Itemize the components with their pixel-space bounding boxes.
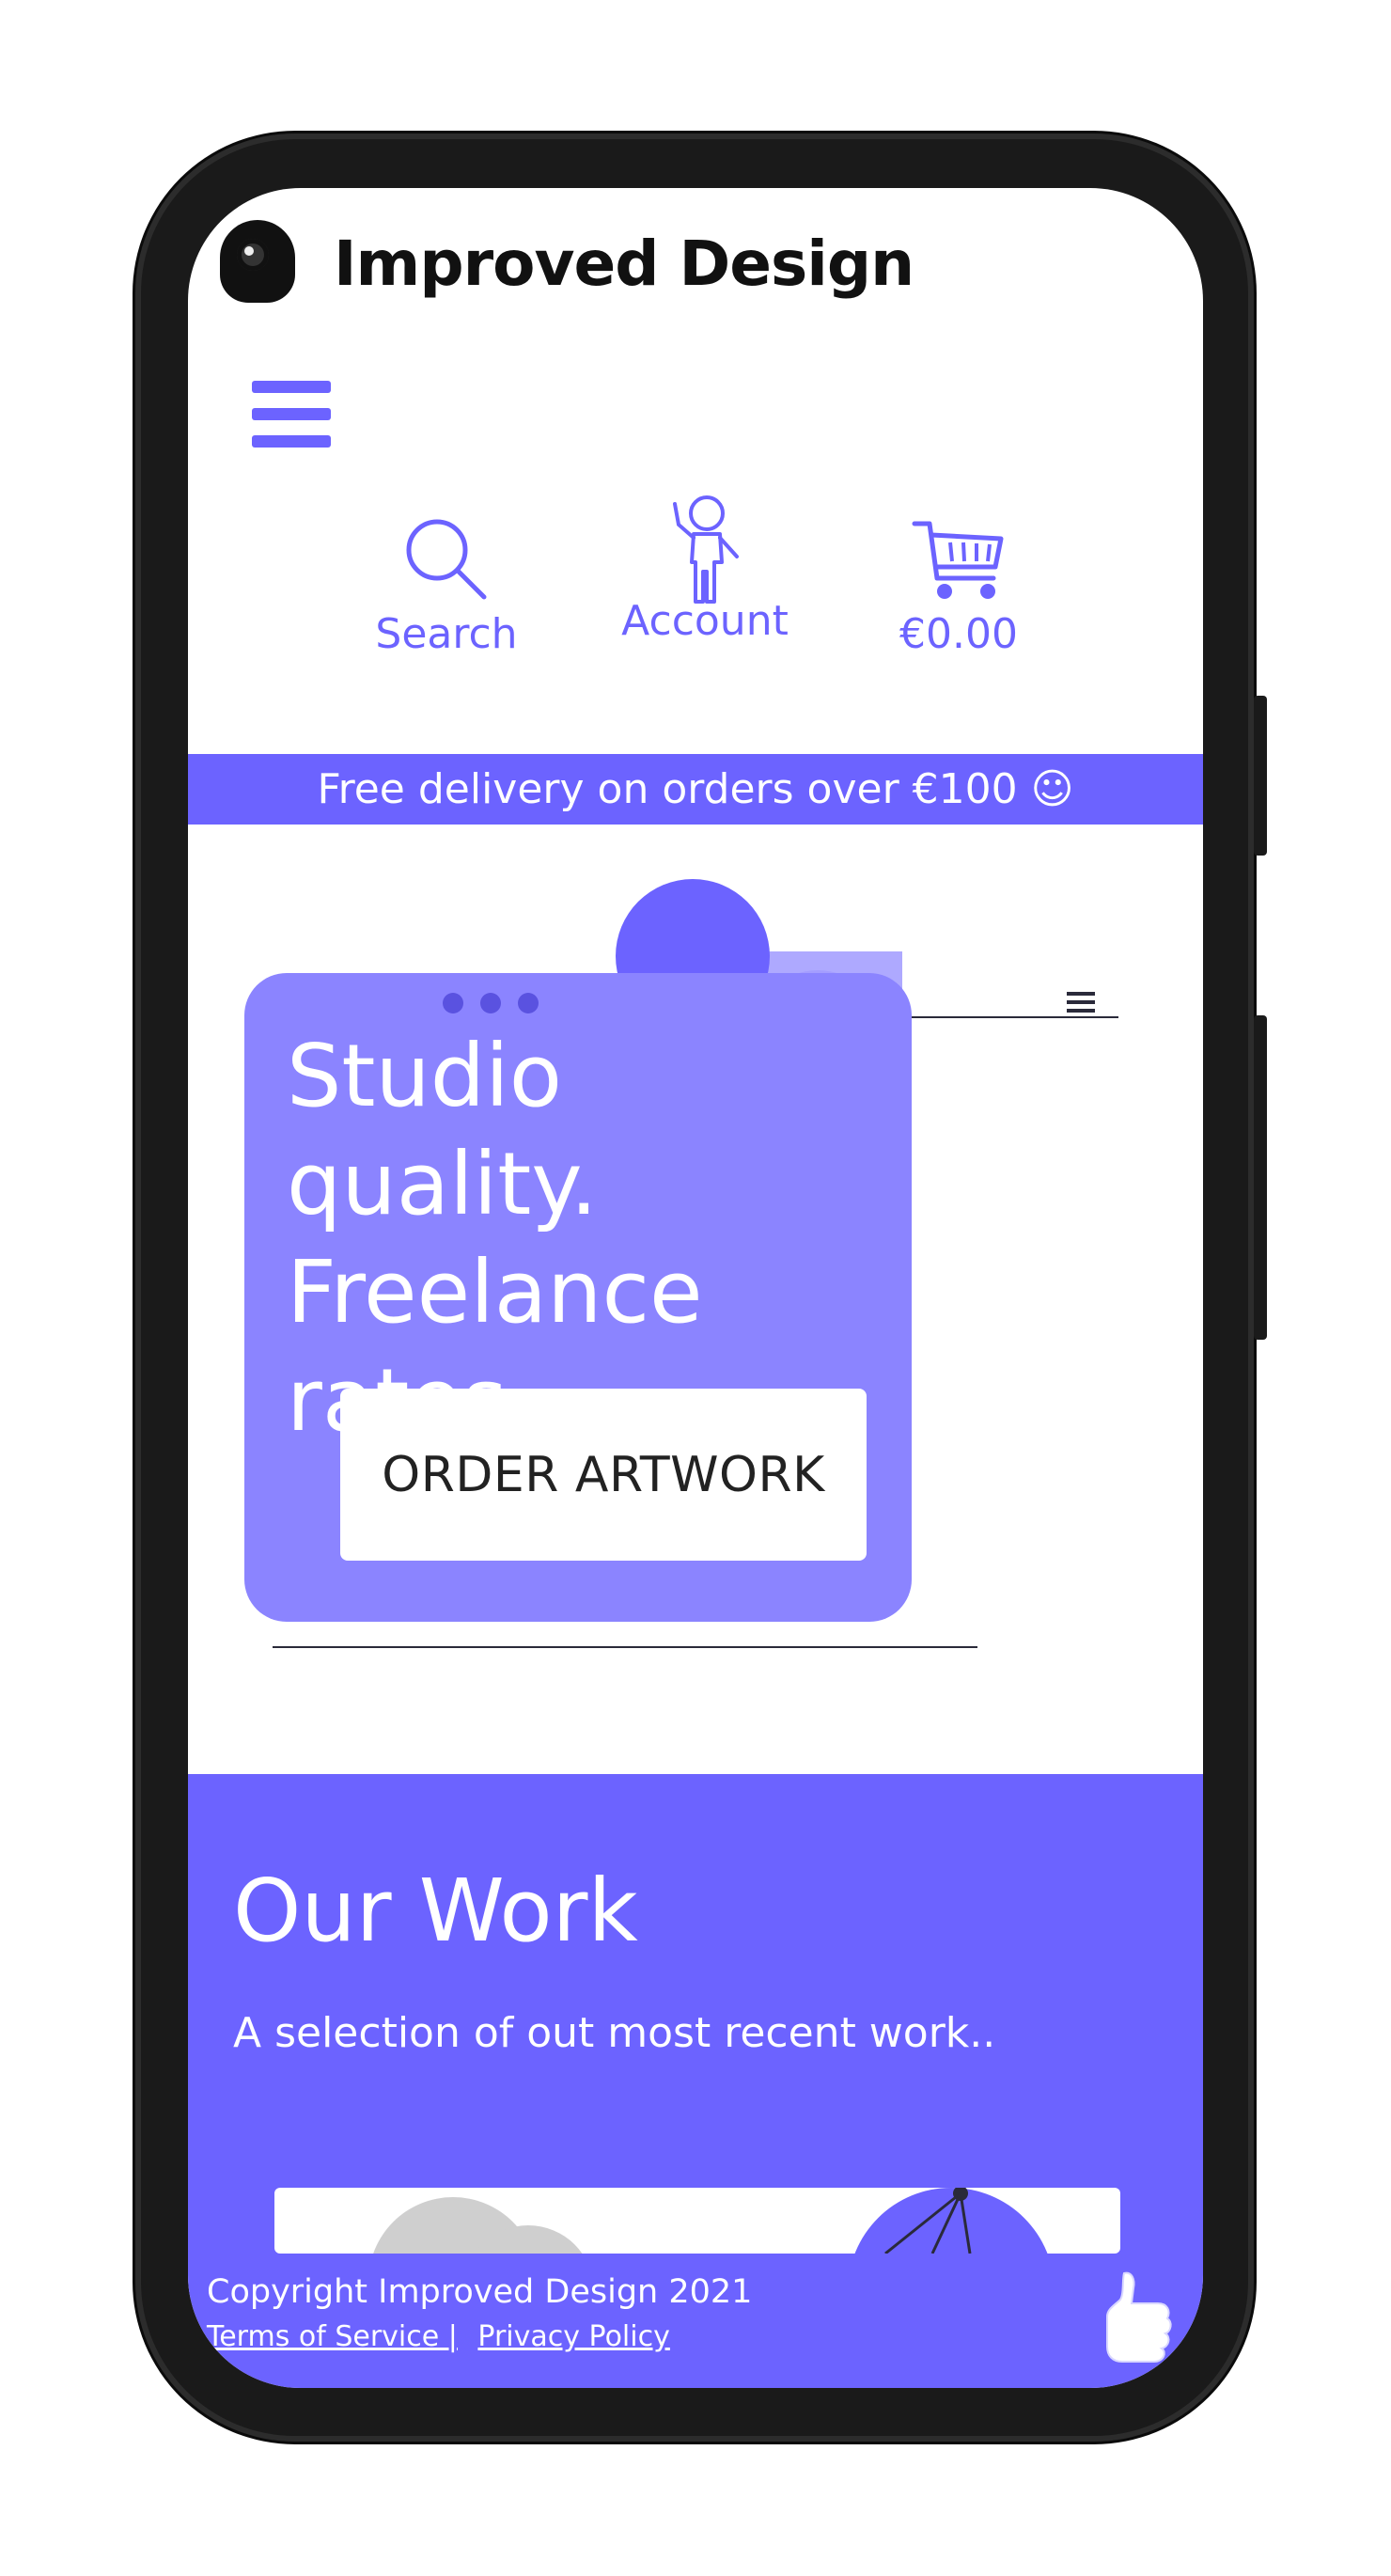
- work-gallery-card[interactable]: [274, 2188, 1120, 2254]
- search-label: Search: [375, 610, 518, 658]
- account-label: Account: [621, 597, 789, 645]
- phone-side-button-top: [1254, 696, 1267, 856]
- phone-side-button-bottom: [1254, 1015, 1267, 1340]
- search-icon: [406, 519, 487, 600]
- brand-title[interactable]: Improved Design: [334, 228, 914, 300]
- hamburger-menu-icon[interactable]: [252, 381, 331, 448]
- thumbs-up-icon[interactable]: [1096, 2266, 1177, 2369]
- hero-section: Studio quality. Freelance rates. ORDER A…: [188, 825, 1203, 1774]
- account-icon: [673, 495, 739, 604]
- search-button[interactable]: Search: [348, 512, 545, 658]
- phone-screen: Improved Design Search Account €0.00 Fre…: [188, 188, 1203, 2388]
- camera-logo-icon[interactable]: [220, 220, 295, 303]
- promo-text: Free delivery on orders over €100 ☺: [317, 765, 1074, 813]
- work-thumbnail-illustration: [373, 2188, 1048, 2254]
- cart-icon: [912, 521, 1004, 599]
- hero-title-line: Freelance: [287, 1242, 703, 1343]
- our-work-title: Our Work: [233, 1861, 638, 1961]
- hero-title-line: Studio quality.: [287, 1026, 598, 1234]
- window-menu-icon: [1067, 992, 1095, 1013]
- window-dots-icon: [443, 993, 539, 1013]
- footer: Copyright Improved Design 2021 Terms of …: [207, 2273, 752, 2353]
- our-work-subtitle: A selection of out most recent work..: [233, 2009, 996, 2057]
- footer-links: Terms of Service | Privacy Policy: [207, 2320, 752, 2353]
- top-bar: Improved Design: [188, 188, 1203, 338]
- terms-link[interactable]: Terms of Service |: [207, 2320, 458, 2353]
- copyright-text: Copyright Improved Design 2021: [207, 2273, 753, 2311]
- cart-button[interactable]: €0.00: [865, 512, 1053, 658]
- cart-total: €0.00: [899, 610, 1018, 658]
- privacy-link[interactable]: Privacy Policy: [477, 2320, 669, 2353]
- account-button[interactable]: Account: [592, 489, 818, 645]
- order-artwork-button[interactable]: ORDER ARTWORK: [340, 1389, 867, 1561]
- promo-banner: Free delivery on orders over €100 ☺: [188, 754, 1203, 825]
